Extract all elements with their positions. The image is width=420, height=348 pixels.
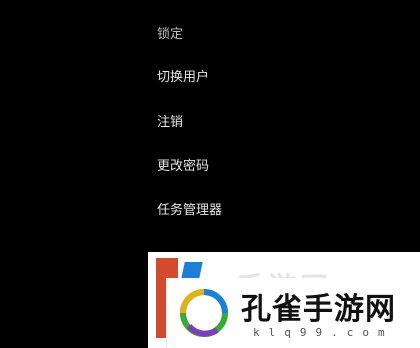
watermark-main: 孔雀手游网 klq99.com <box>166 278 420 348</box>
menu-item-switch-user[interactable]: 切换用户 <box>157 69 209 87</box>
site-watermark: 手游网 孔雀手游网 klq99.com <box>148 250 420 348</box>
menu-item-sign-out[interactable]: 注销 <box>157 114 183 132</box>
menu-item-change-password[interactable]: 更改密码 <box>157 158 209 176</box>
watermark-url: klq99.com <box>253 326 394 339</box>
peacock-logo-icon <box>180 289 228 337</box>
menu-item-task-manager[interactable]: 任务管理器 <box>157 202 222 220</box>
ctrl-alt-del-screen: 锁定 切换用户 注销 更改密码 任务管理器 手游网 孔雀手游网 klq99.co… <box>0 0 420 348</box>
watermark-title: 孔雀手游网 <box>241 292 396 327</box>
menu-item-lock[interactable]: 锁定 <box>157 26 183 44</box>
